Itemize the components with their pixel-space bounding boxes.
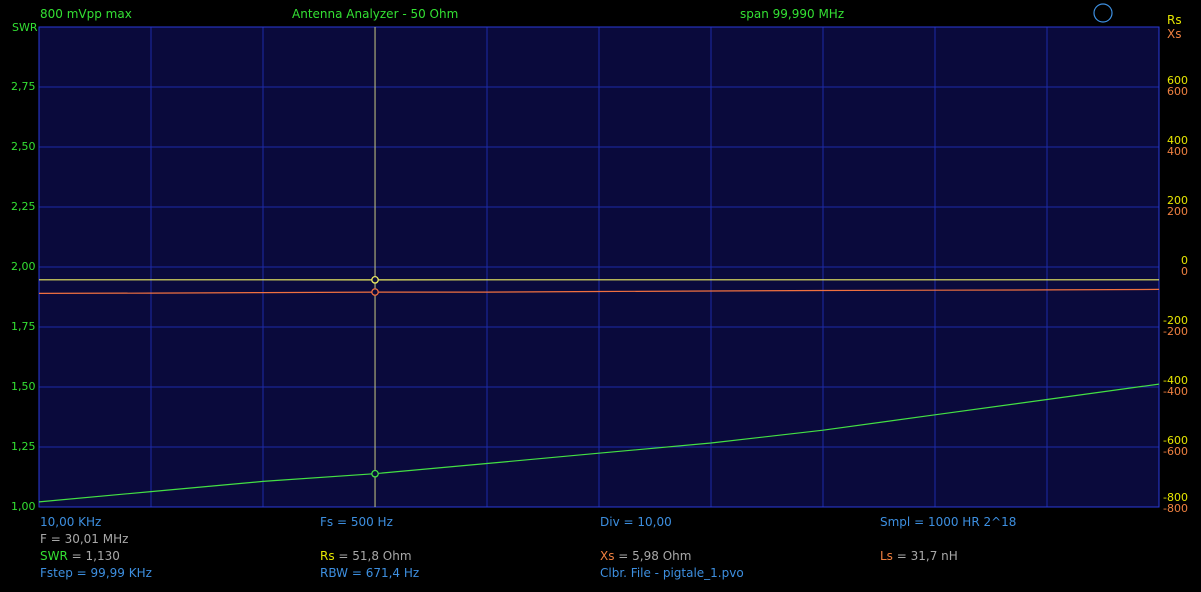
swr-axis-title: SWR xyxy=(12,21,38,34)
xs-tick-label: -200 xyxy=(1163,325,1188,338)
swr-readout-value: = 1,130 xyxy=(67,549,120,563)
header-title: Antenna Analyzer - 50 Ohm xyxy=(292,7,459,21)
swr-tick-label: 1,25 xyxy=(11,440,36,453)
xs-readout: Xs = 5,98 Ohm xyxy=(600,549,691,563)
xs-tick-label: 400 xyxy=(1167,145,1188,158)
swr-tick-label: 2,75 xyxy=(11,80,36,93)
ls-readout: Ls = 31,7 nH xyxy=(880,549,958,563)
xs-tick-label: 600 xyxy=(1167,85,1188,98)
rs-readout-label: Rs xyxy=(320,549,335,563)
xs-trace-marker xyxy=(371,288,379,296)
swr-tick-label: 2,25 xyxy=(11,200,36,213)
cursor-frequency: F = 30,01 MHz xyxy=(40,532,129,546)
sampling-mode: Smpl = 1000 HR 2^18 xyxy=(880,515,1017,529)
xs-tick-label: -400 xyxy=(1163,385,1188,398)
xs-axis-title: Xs xyxy=(1167,27,1182,41)
xs-tick-label: -600 xyxy=(1163,445,1188,458)
start-frequency: 10,00 KHz xyxy=(40,515,102,529)
division: Div = 10,00 xyxy=(600,515,672,529)
rs-axis-title: Rs xyxy=(1167,13,1182,27)
swr-tick-label: 2,00 xyxy=(11,260,36,273)
swr-readout-label: SWR xyxy=(40,549,68,563)
xs-readout-value: = 5,98 Ohm xyxy=(614,549,692,563)
frequency-step: Fstep = 99,99 KHz xyxy=(40,566,152,580)
rs-readout-value: = 51,8 Ohm xyxy=(334,549,412,563)
swr-tick-label: 1,75 xyxy=(11,320,36,333)
plot-area[interactable] xyxy=(0,0,1201,592)
swr-tick-label: 1,00 xyxy=(11,500,36,513)
ls-readout-value: = 31,7 nH xyxy=(892,549,958,563)
header-amplitude: 800 mVpp max xyxy=(40,7,132,21)
xs-readout-label: Xs xyxy=(600,549,615,563)
ls-readout-label: Ls xyxy=(880,549,893,563)
indicator-circle-icon[interactable] xyxy=(1093,3,1113,23)
xs-tick-label: 0 xyxy=(1181,265,1188,278)
rs-trace-marker xyxy=(371,276,379,284)
calibration-file[interactable]: Clbr. File - pigtale_1.pvo xyxy=(600,566,744,580)
xs-tick-label: 200 xyxy=(1167,205,1188,218)
sample-rate: Fs = 500 Hz xyxy=(320,515,393,529)
swr-trace-marker xyxy=(371,469,379,478)
swr-tick-label: 1,50 xyxy=(11,380,36,393)
rs-readout: Rs = 51,8 Ohm xyxy=(320,549,412,563)
swr-readout: SWR = 1,130 xyxy=(40,549,120,563)
xs-tick-label: -800 xyxy=(1163,502,1188,515)
resolution-bandwidth: RBW = 671,4 Hz xyxy=(320,566,420,580)
header-span: span 99,990 MHz xyxy=(740,7,845,21)
swr-tick-label: 2,50 xyxy=(11,140,36,153)
